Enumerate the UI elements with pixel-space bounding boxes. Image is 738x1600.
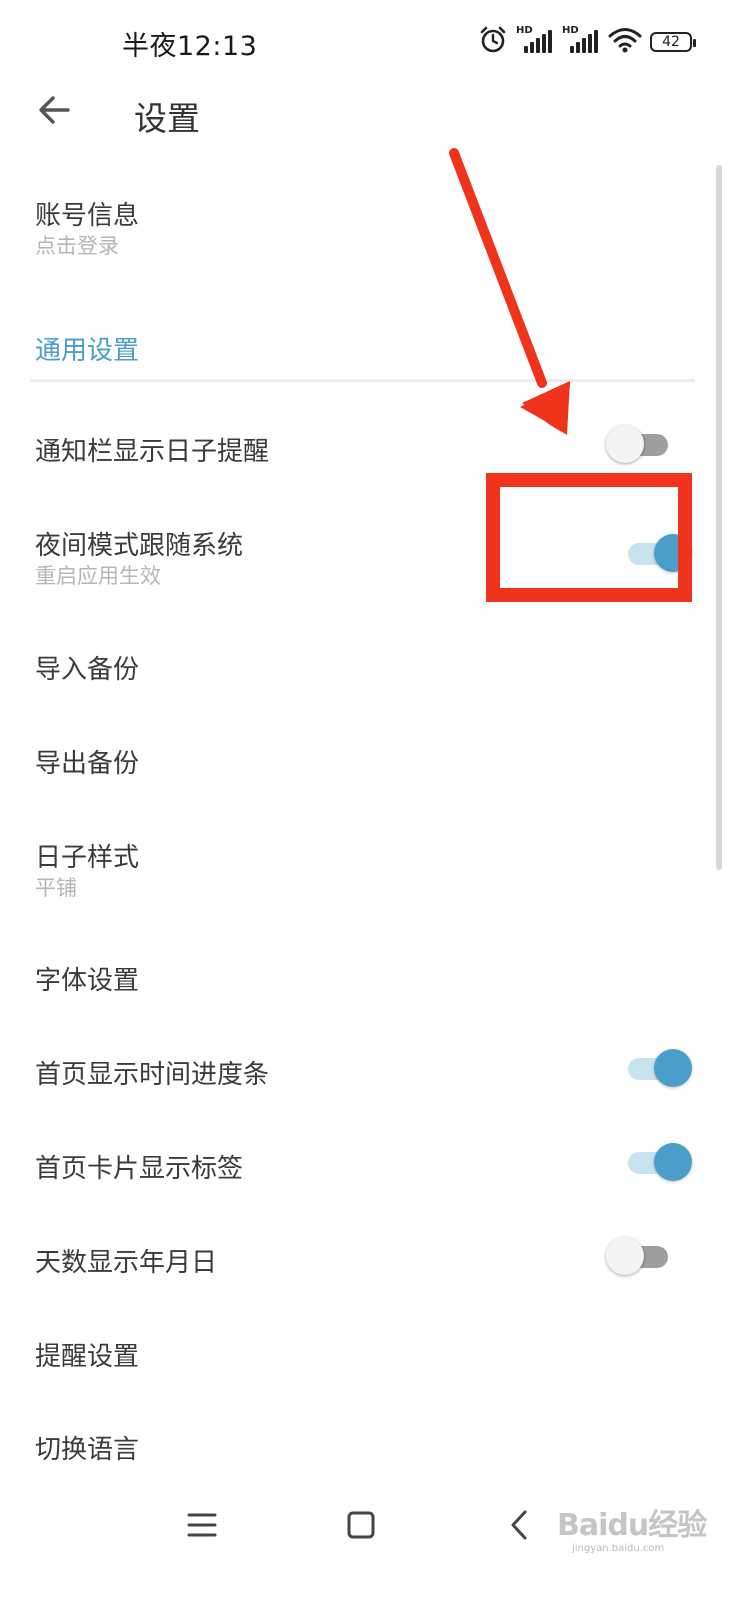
menu-nav-button[interactable] (172, 1500, 232, 1550)
setting-label: 天数显示年月日 (35, 1248, 218, 1278)
status-icons: HD HD 42 (478, 24, 696, 60)
setting-label: 字体设置 (35, 966, 140, 996)
page-title: 设置 (134, 99, 200, 138)
back-nav-button[interactable] (490, 1500, 550, 1550)
setting-label: 首页卡片显示标签 (35, 1154, 244, 1184)
alarm-icon (478, 25, 508, 59)
back-chevron-icon (511, 1510, 527, 1540)
watermark-logo: Baidu经验 (557, 1508, 707, 1543)
watermark-url: jingyan.baidu.com (572, 1543, 665, 1554)
section-general: 通用设置 (35, 336, 140, 366)
scrollbar[interactable] (716, 165, 722, 870)
home-nav-button[interactable] (331, 1500, 391, 1550)
arrow-left-icon (39, 96, 70, 124)
setting-label: 日子样式 (35, 843, 140, 873)
home-square-icon (347, 1511, 375, 1539)
notification-toggle[interactable] (606, 425, 676, 465)
signal-icon: HD (516, 25, 554, 57)
setting-label: 通知栏显示日子提醒 (35, 437, 270, 467)
wifi-icon (608, 26, 642, 58)
section-divider (30, 379, 695, 382)
setting-label: 提醒设置 (35, 1342, 140, 1372)
back-button[interactable] (32, 88, 76, 132)
account-title: 账号信息 (35, 201, 140, 231)
annotation-arrow (449, 148, 570, 435)
menu-icon (187, 1513, 217, 1537)
battery-icon: 42 (650, 32, 696, 52)
setting-subtitle: 重启应用生效 (35, 564, 161, 588)
setting-label: 首页显示时间进度条 (35, 1060, 270, 1090)
annotation-highlight-box (486, 473, 692, 602)
setting-label: 夜间模式跟随系统 (35, 531, 244, 561)
setting-label: 导出备份 (35, 749, 140, 779)
setting-label: 切换语言 (35, 1435, 140, 1465)
days-ymd-toggle[interactable] (606, 1237, 676, 1277)
account-subtitle: 点击登录 (35, 234, 119, 258)
status-time: 半夜12:13 (122, 31, 258, 62)
signal-icon: HD (562, 25, 600, 57)
progress-bar-toggle[interactable] (620, 1049, 692, 1089)
setting-subtitle: 平铺 (35, 876, 77, 900)
setting-label: 导入备份 (35, 655, 140, 685)
card-tags-toggle[interactable] (620, 1143, 692, 1183)
